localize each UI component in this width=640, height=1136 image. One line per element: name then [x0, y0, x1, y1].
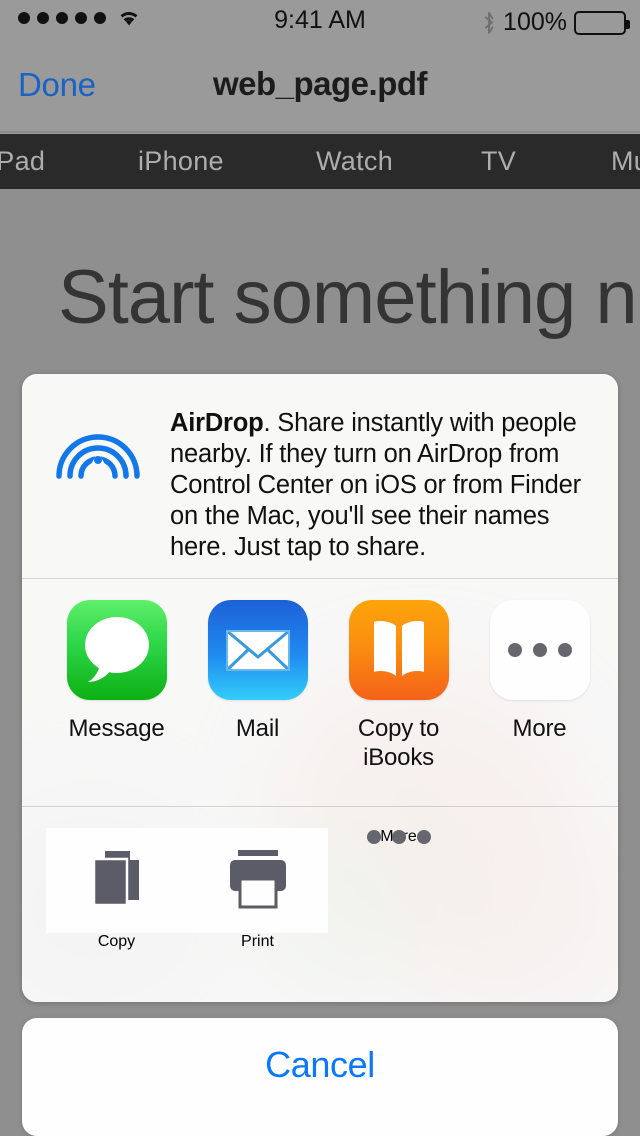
- site-nav-item-watch[interactable]: Watch: [316, 146, 393, 177]
- airdrop-icon: [52, 402, 144, 494]
- navigation-bar: Done web_page.pdf: [0, 40, 640, 132]
- share-target-message[interactable]: Message: [46, 600, 187, 743]
- battery-icon: [574, 10, 630, 35]
- nav-divider: [0, 131, 640, 133]
- bluetooth-icon: [482, 11, 496, 34]
- open-book-icon: [348, 600, 449, 700]
- site-nav-item-tv[interactable]: TV: [481, 146, 516, 177]
- copy-documents-icon: [46, 828, 187, 933]
- site-nav-item-music[interactable]: Mu: [611, 146, 640, 177]
- site-nav-item-ipad[interactable]: iPad: [0, 146, 45, 177]
- share-apps-row: Message Mail Copy to iBooks More: [22, 578, 618, 806]
- action-more[interactable]: More: [328, 828, 469, 846]
- site-nav-item-iphone[interactable]: iPhone: [138, 146, 224, 177]
- share-target-label: Mail: [235, 715, 280, 742]
- cancel-button[interactable]: Cancel: [22, 1018, 618, 1136]
- cancel-label: Cancel: [265, 1044, 375, 1085]
- share-target-mail[interactable]: Mail: [187, 600, 328, 743]
- share-target-label: Message: [68, 715, 165, 742]
- hero-heading: Start something n: [58, 255, 638, 340]
- action-label: Copy: [97, 933, 136, 950]
- status-bar-right: 100%: [482, 8, 630, 37]
- page-title: web_page.pdf: [212, 65, 428, 102]
- ellipsis-icon: [489, 600, 590, 700]
- action-print[interactable]: Print: [187, 828, 328, 951]
- screen: 9:41 AM 100% Done web_page.pdf iPad iPho…: [0, 0, 640, 1136]
- printer-icon: [187, 828, 328, 933]
- share-target-more[interactable]: More: [469, 600, 610, 743]
- share-sheet: AirDrop. Share instantly with people nea…: [22, 374, 618, 1002]
- share-target-copy-to-ibooks[interactable]: Copy to iBooks: [328, 600, 469, 772]
- action-copy[interactable]: Copy: [46, 828, 187, 951]
- airdrop-title: AirDrop: [170, 409, 264, 437]
- share-target-label: More: [512, 715, 567, 742]
- airdrop-section: AirDrop. Share instantly with people nea…: [22, 374, 618, 578]
- status-bar: 9:41 AM 100%: [0, 0, 640, 40]
- action-label: Print: [241, 933, 274, 950]
- share-target-label: Copy to iBooks: [357, 715, 440, 771]
- message-bubble-icon: [66, 600, 167, 700]
- share-actions-row: Copy Print Mor: [22, 806, 618, 1002]
- envelope-icon: [207, 600, 308, 700]
- airdrop-description: AirDrop. Share instantly with people nea…: [170, 408, 590, 563]
- battery-percent: 100%: [503, 8, 567, 36]
- site-navigation-bar: iPad iPhone Watch TV Mu: [0, 134, 640, 189]
